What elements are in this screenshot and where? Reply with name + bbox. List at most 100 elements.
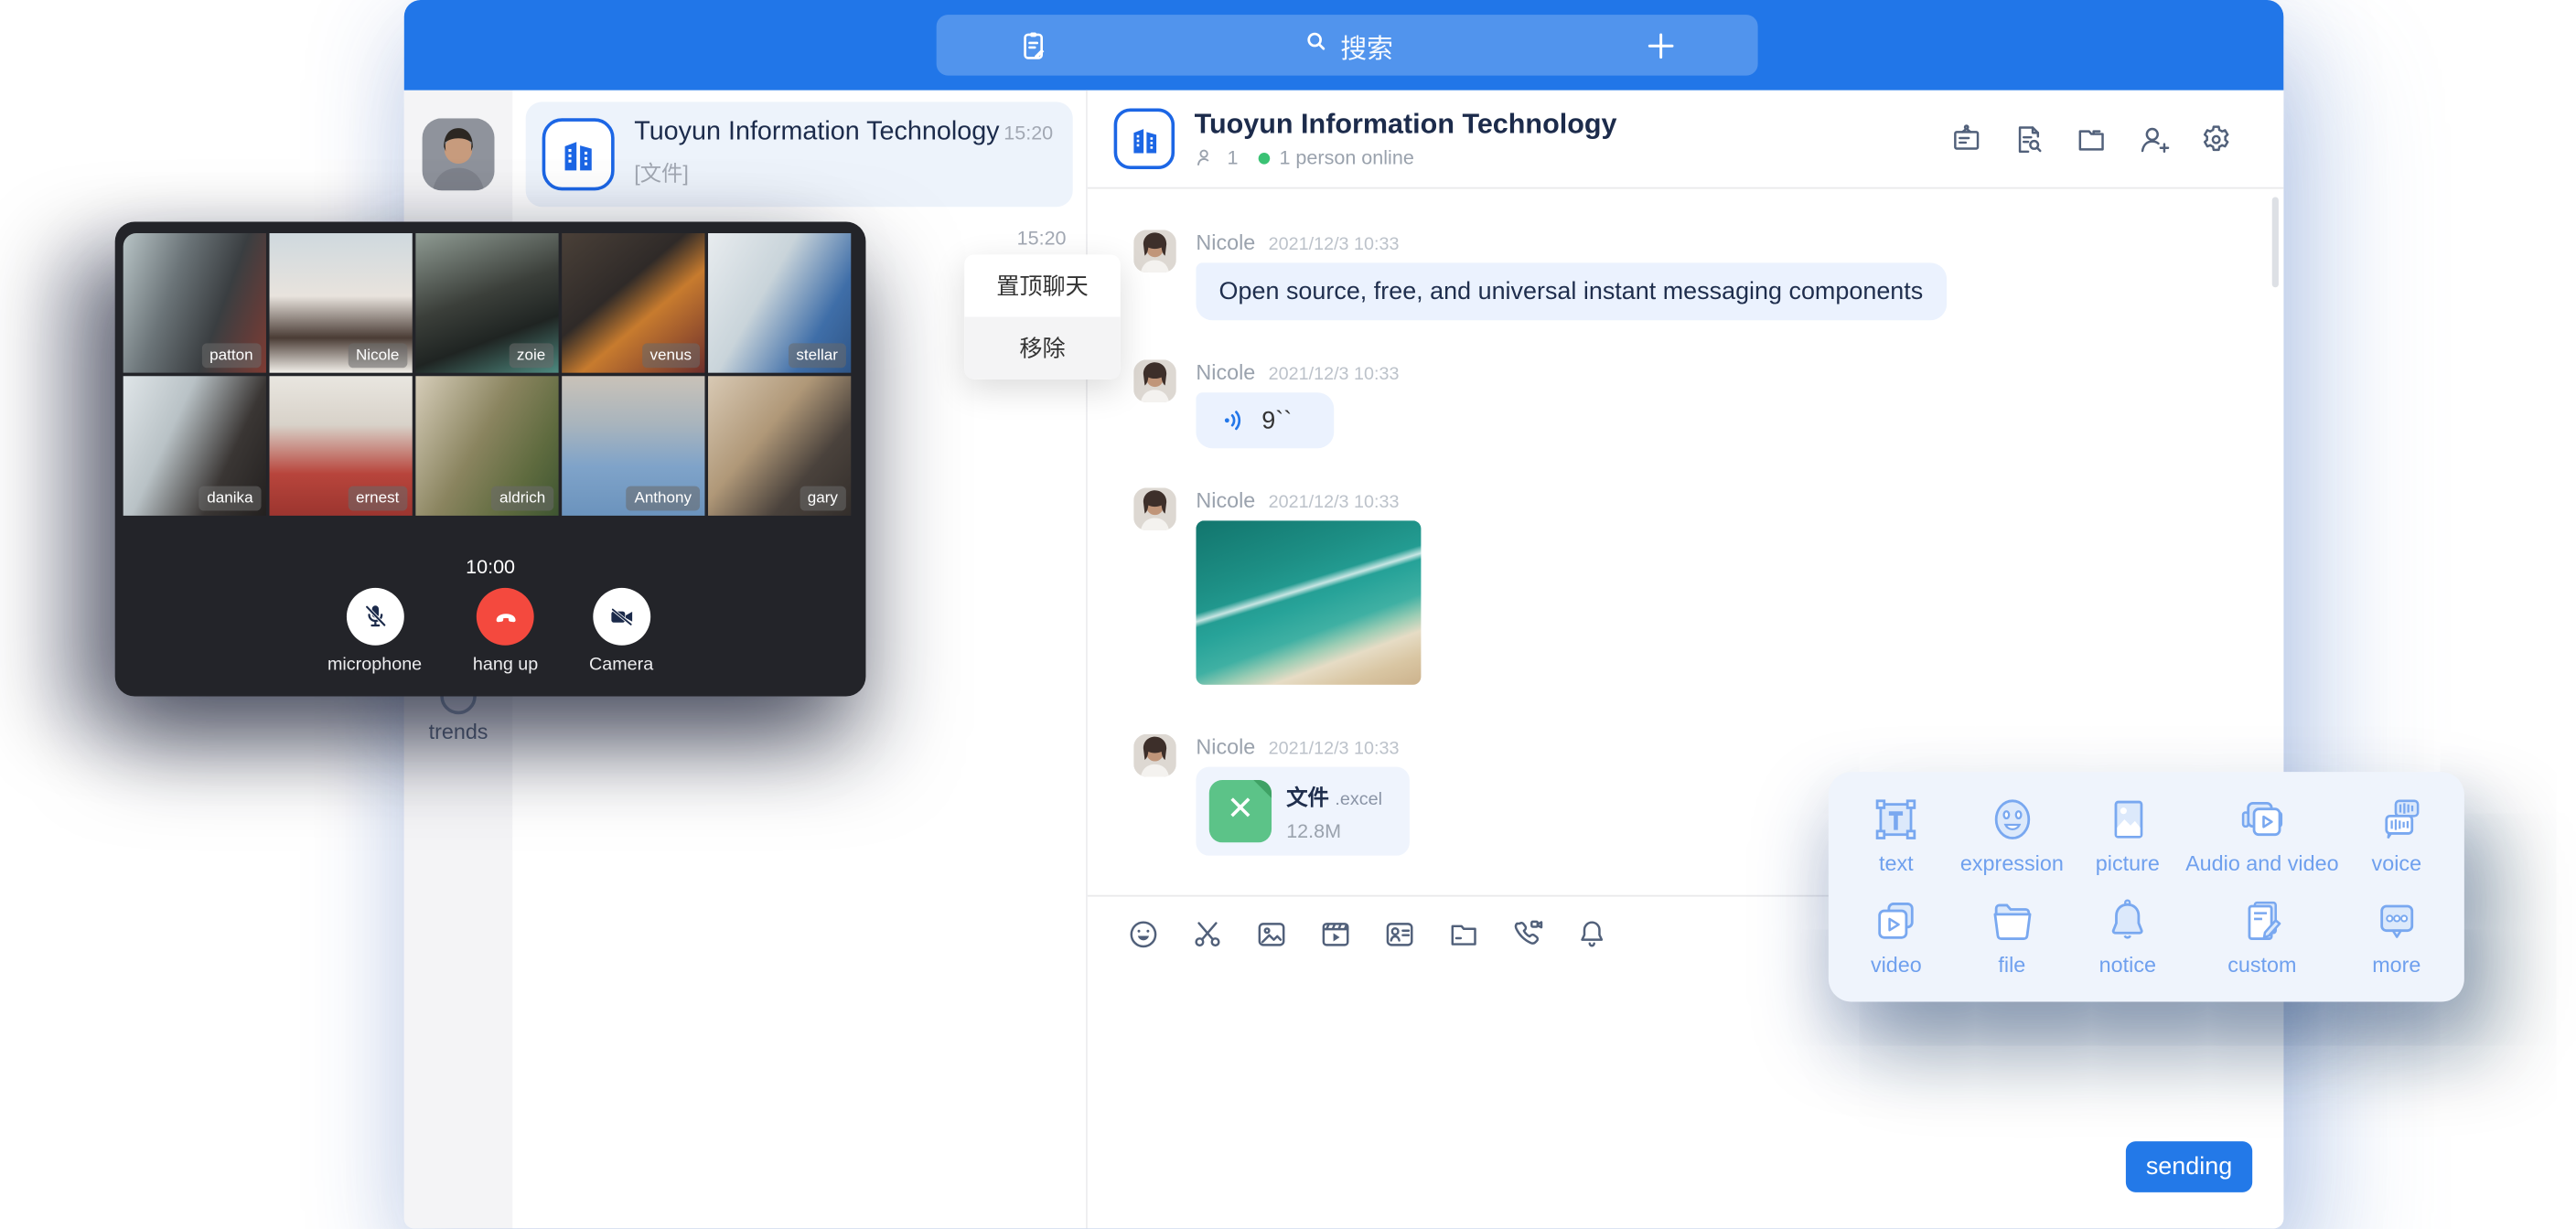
search-icon — [1301, 27, 1330, 64]
plus-icon[interactable] — [1643, 27, 1680, 64]
popup-item-audio-video[interactable]: Audio and video — [2185, 792, 2338, 893]
file-attachment[interactable]: ✕ 文件 .excel 12.8M — [1196, 767, 1409, 856]
search-placeholder: 搜索 — [1340, 26, 1392, 65]
camera-button[interactable]: Camera — [589, 588, 653, 675]
chat-title: Tuoyun Information Technology — [1195, 109, 1948, 142]
folder-icon[interactable] — [1445, 915, 1482, 952]
participant-name: danika — [199, 486, 261, 511]
participant-tile: aldrich — [415, 376, 558, 516]
context-menu-remove[interactable]: 移除 — [964, 317, 1121, 379]
popup-item-expression[interactable]: expression — [1954, 792, 2069, 893]
popup-item-custom[interactable]: custom — [2185, 893, 2338, 995]
context-menu: 置顶聊天 移除 — [964, 254, 1121, 379]
voice-icon — [2368, 792, 2424, 848]
folder-icon[interactable] — [2073, 121, 2109, 157]
group-building-icon — [542, 118, 615, 190]
hangup-icon — [489, 600, 522, 633]
voice-bubble[interactable]: 9`` — [1196, 392, 1334, 448]
participant-tile: stellar — [708, 233, 851, 373]
popup-item-label: video — [1871, 953, 1922, 978]
participant-name: aldrich — [491, 486, 553, 511]
search-bar[interactable]: 搜索 — [937, 15, 1758, 75]
member-count: 1 — [1228, 146, 1239, 169]
popup-item-voice[interactable]: voice — [2339, 792, 2454, 893]
sender-name: Nicole — [1196, 734, 1255, 759]
text-bubble[interactable]: Open source, free, and universal instant… — [1196, 262, 1946, 320]
group-building-icon — [1114, 109, 1175, 169]
sender-avatar[interactable] — [1133, 734, 1176, 777]
microphone-label: microphone — [327, 656, 422, 676]
popup-item-label: notice — [2099, 953, 2156, 978]
message-image: Nicole 2021/12/3 10:33 — [1133, 487, 2250, 685]
message-time: 2021/12/3 10:33 — [1269, 493, 1400, 513]
conversation-title: Tuoyun Information Technology — [634, 118, 1057, 147]
text-icon — [1868, 792, 1924, 848]
popup-item-label: text — [1879, 850, 1914, 875]
sender-avatar[interactable] — [1133, 487, 1176, 530]
image-icon[interactable] — [1253, 915, 1290, 952]
call-icon[interactable] — [1509, 915, 1546, 952]
sender-name: Nicole — [1196, 359, 1255, 384]
clipboard-edit-icon[interactable] — [1015, 27, 1052, 64]
chat-history-search-icon[interactable] — [2011, 121, 2047, 157]
notice-icon — [2099, 893, 2155, 949]
member-count-icon — [1195, 146, 1218, 169]
popup-item-text[interactable]: text — [1839, 792, 1954, 893]
audio-video-icon — [2234, 792, 2290, 848]
noticeboard-icon[interactable] — [1948, 121, 1985, 157]
conversation-time: 15:20 — [1004, 122, 1053, 144]
chat-area: Tuoyun Information Technology 1 1 person… — [1088, 91, 2283, 1229]
my-avatar[interactable] — [423, 118, 495, 190]
screenshot-scissors-icon[interactable] — [1189, 915, 1226, 952]
message-voice: Nicole 2021/12/3 10:33 9`` — [1133, 359, 2250, 448]
context-menu-pin-chat[interactable]: 置顶聊天 — [964, 254, 1121, 316]
popup-item-file[interactable]: file — [1954, 893, 2069, 995]
popup-item-more[interactable]: more — [2339, 893, 2454, 995]
speaker-waves-icon — [1219, 406, 1249, 435]
participant-tile: zoie — [415, 233, 558, 373]
file-icon — [1984, 893, 2040, 949]
custom-icon — [2234, 893, 2290, 949]
add-member-icon[interactable] — [2136, 121, 2173, 157]
message-time: 2021/12/3 10:33 — [1269, 235, 1400, 255]
video-icon[interactable] — [1317, 915, 1354, 952]
participant-grid: patton Nicole zoie venus stellar danika … — [123, 233, 852, 516]
top-bar: 搜索 — [404, 0, 2284, 91]
conversation-preview: [文件] — [634, 156, 1057, 187]
send-button[interactable]: sending — [2126, 1141, 2252, 1192]
participant-tile: Anthony — [562, 376, 704, 516]
contact-card-icon[interactable] — [1381, 915, 1418, 952]
sender-avatar[interactable] — [1133, 230, 1176, 273]
popup-item-picture[interactable]: picture — [2070, 792, 2185, 893]
image-attachment-beach[interactable] — [1196, 520, 1421, 685]
popup-item-label: custom — [2227, 953, 2296, 978]
popup-item-video[interactable]: video — [1839, 893, 1954, 995]
conversation-time: 15:20 — [1017, 227, 1067, 250]
message-scrollbar[interactable] — [2272, 198, 2279, 288]
search-input[interactable]: 搜索 — [1117, 26, 1577, 65]
participant-name: venus — [642, 342, 701, 368]
participant-tile: danika — [123, 376, 266, 516]
participant-name: Anthony — [626, 486, 700, 511]
emoji-icon[interactable] — [1125, 915, 1162, 952]
sender-name: Nicole — [1196, 230, 1255, 254]
participant-tile: patton — [123, 233, 266, 373]
online-dot — [1258, 152, 1270, 164]
picture-icon — [2099, 792, 2155, 848]
conversation-item-selected[interactable]: Tuoyun Information Technology [文件] 15:20 — [526, 102, 1073, 207]
file-extension: .excel — [1335, 790, 1382, 810]
expression-icon — [1984, 792, 2040, 848]
popup-item-notice[interactable]: notice — [2070, 893, 2185, 995]
hangup-button[interactable]: hang up — [473, 588, 538, 675]
online-status: 1 person online — [1279, 146, 1413, 169]
settings-gear-icon[interactable] — [2198, 121, 2235, 157]
sender-avatar[interactable] — [1133, 359, 1176, 402]
participant-tile: ernest — [270, 376, 413, 516]
popup-item-label: expression — [1960, 850, 2064, 875]
microphone-muted-icon — [359, 601, 390, 632]
hangup-label: hang up — [473, 656, 538, 676]
participant-name: zoie — [509, 342, 553, 368]
microphone-button[interactable]: microphone — [327, 588, 422, 675]
notification-bell-icon[interactable] — [1573, 915, 1610, 952]
chat-header: Tuoyun Information Technology 1 1 person… — [1088, 91, 2283, 189]
